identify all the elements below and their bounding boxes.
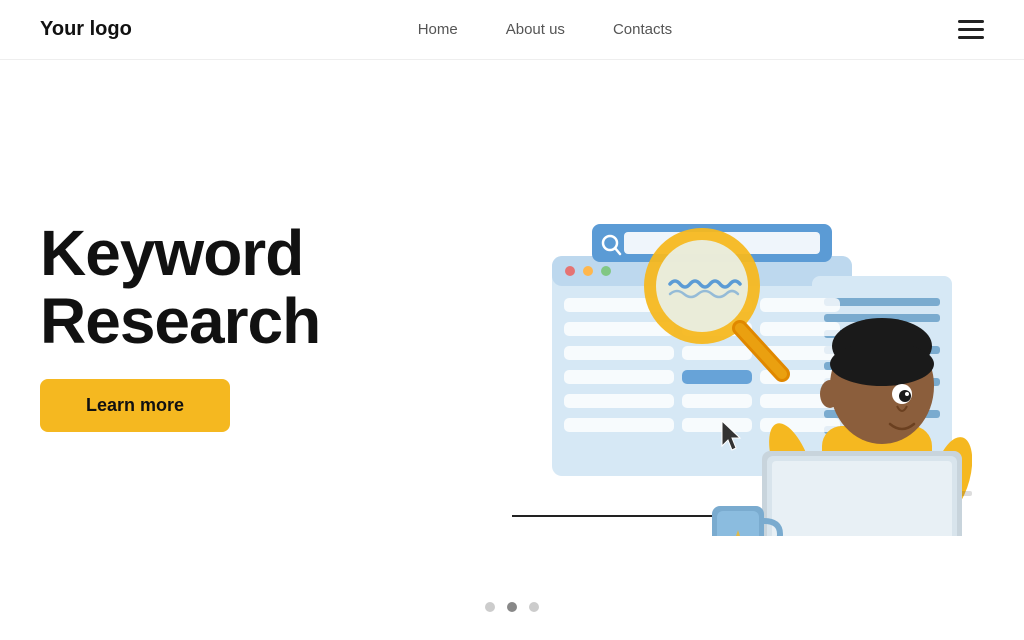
hero-section: Keyword Research Learn more xyxy=(0,60,1024,582)
hero-heading: Keyword Research xyxy=(40,220,380,354)
hero-illustration xyxy=(380,90,984,562)
dot-3[interactable] xyxy=(529,602,539,612)
dot-2[interactable] xyxy=(507,602,517,612)
illustration-svg xyxy=(392,116,972,536)
nav-about[interactable]: About us xyxy=(506,21,565,38)
nav-home[interactable]: Home xyxy=(418,21,458,38)
hamburger-line-1 xyxy=(958,20,984,23)
main-nav: Home About us Contacts xyxy=(418,21,672,38)
site-header: Your logo Home About us Contacts xyxy=(0,0,1024,60)
logo: Your logo xyxy=(40,18,132,41)
hamburger-menu[interactable] xyxy=(958,20,984,39)
hero-left: Keyword Research Learn more xyxy=(40,220,380,431)
page-footer xyxy=(0,582,1024,632)
dot-1[interactable] xyxy=(485,602,495,612)
hamburger-line-3 xyxy=(958,36,984,39)
hamburger-line-2 xyxy=(958,28,984,31)
learn-more-button[interactable]: Learn more xyxy=(40,379,230,432)
nav-contacts[interactable]: Contacts xyxy=(613,21,672,38)
